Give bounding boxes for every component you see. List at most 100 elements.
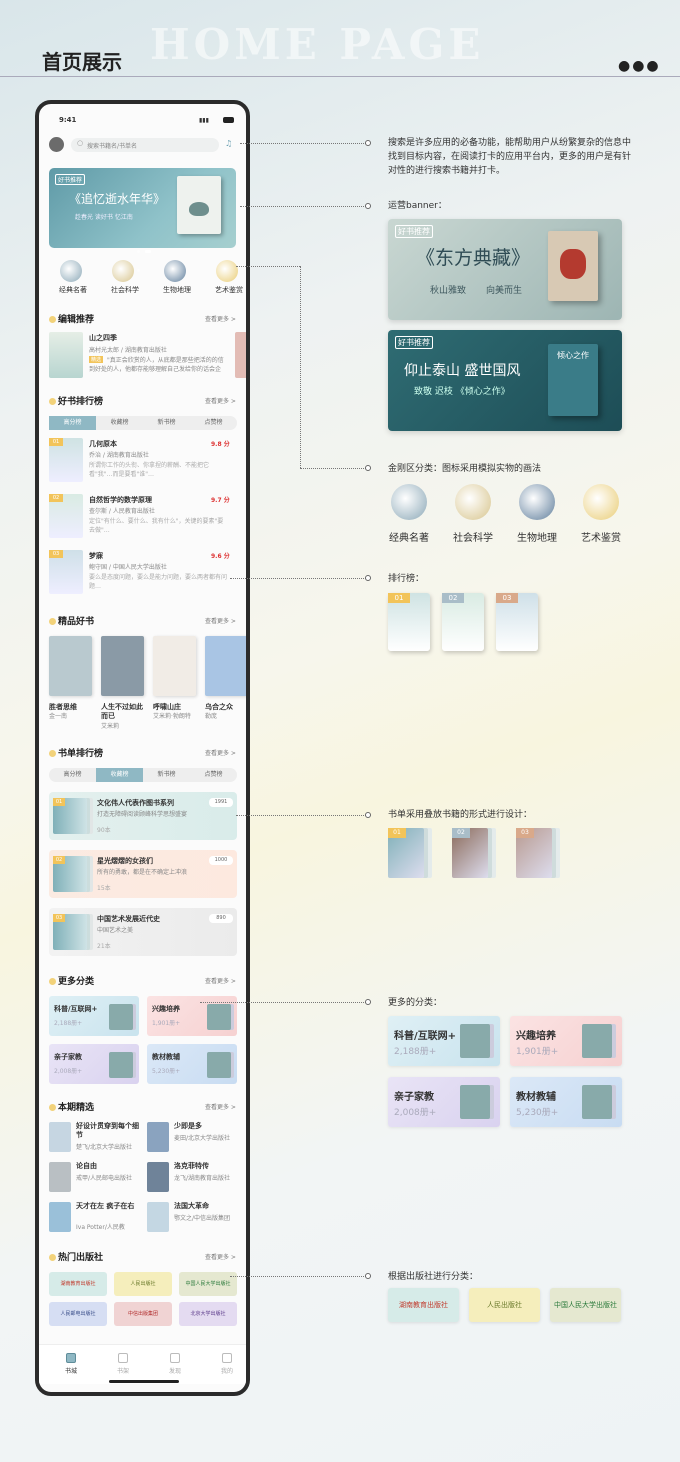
book-cover[interactable]	[49, 1162, 71, 1192]
book-title[interactable]: 法国大革命	[174, 1202, 240, 1211]
book-cover[interactable]	[153, 636, 196, 696]
category-books	[207, 1052, 231, 1078]
list-title[interactable]: 星光熠熠的女孩们	[97, 856, 207, 866]
category-books	[207, 1004, 231, 1030]
tab-high[interactable]: 高分榜	[49, 416, 96, 430]
book-title[interactable]: 洛克菲特传	[174, 1162, 240, 1171]
book-title[interactable]: 自然哲学的数学原理	[89, 495, 209, 505]
publisher-logo-text: 人民出版社	[487, 1301, 522, 1309]
publisher-logo-text: 人民出版社	[130, 1281, 156, 1287]
book-cover[interactable]	[49, 1122, 71, 1152]
quality-more-link[interactable]: 查看更多 >	[205, 616, 236, 625]
category-label[interactable]: 经典名著	[50, 285, 96, 295]
tab-collect[interactable]: 收藏榜	[96, 416, 143, 430]
book-cover[interactable]	[147, 1202, 169, 1232]
category-label[interactable]: 生物地理	[154, 285, 200, 295]
list-title[interactable]: 文化伟人代表作图书系列	[97, 798, 207, 808]
banner-sample-2: 好书推荐 仰止泰山 盛世国风 致敬 迟枝 《倾心之作》 倾心之作	[388, 330, 622, 431]
lists-more-link[interactable]: 查看更多 >	[205, 748, 236, 757]
publisher-card[interactable]: 人民出版社	[114, 1272, 172, 1296]
tab-collect[interactable]: 收藏榜	[96, 768, 143, 782]
list-desc: 打造无障碍阅读顾峰科学思想盛宴	[97, 811, 188, 818]
tab-like[interactable]: 点赞榜	[190, 768, 237, 782]
list-rank-number: 02	[452, 828, 470, 838]
book-title[interactable]: 胜者思维	[49, 703, 95, 712]
category-icon[interactable]	[216, 260, 238, 282]
category-label: 社会科学	[453, 533, 493, 544]
category-label: 艺术鉴赏	[581, 533, 621, 544]
connector-line	[300, 266, 301, 468]
editor-more-link[interactable]: 查看更多 >	[205, 314, 236, 323]
publisher-card[interactable]: 北京大学出版社	[179, 1302, 237, 1326]
book-cover[interactable]	[235, 332, 246, 378]
category-icon[interactable]	[112, 260, 134, 282]
connector-dot	[365, 203, 371, 209]
rank-number: 01	[388, 593, 410, 603]
nav-tab-0[interactable]: 书城	[51, 1366, 91, 1375]
book-cover[interactable]	[49, 636, 92, 696]
book-title[interactable]: 少即是多	[174, 1122, 240, 1131]
avatar[interactable]	[49, 137, 64, 152]
book-desc: 所谓你工作的头衔、你拿捏的薪酬、不能把它看"我"…而是要看"谁"…	[89, 462, 210, 478]
book-title[interactable]: 论自由	[76, 1162, 142, 1171]
book-title[interactable]: 乌合之众	[205, 703, 246, 712]
category-count: 5,230册+	[152, 1068, 181, 1075]
book-author: 艾米莉·勃朗特	[153, 713, 191, 720]
book-title[interactable]: 梦寐	[89, 551, 209, 561]
book-cover[interactable]	[147, 1122, 169, 1152]
morecat-more-link[interactable]: 查看更多 >	[205, 976, 236, 985]
bell-icon[interactable]: ♫	[225, 139, 232, 148]
book-title[interactable]: 人生不过如此而已	[101, 703, 147, 721]
more-icon[interactable]: ●●●	[618, 58, 661, 74]
book-title[interactable]: 呼啸山庄	[153, 703, 199, 712]
book-cover[interactable]	[205, 636, 246, 696]
book-cover[interactable]	[49, 332, 83, 378]
book-title[interactable]: 天才在左 疯子在右	[76, 1202, 142, 1211]
publisher-card[interactable]: 人民邮电出版社	[49, 1302, 107, 1326]
publisher-more-link[interactable]: 查看更多 >	[205, 1252, 236, 1261]
annotation-morecat: 更多的分类：	[388, 998, 443, 1008]
banner-book-cover	[548, 231, 598, 301]
issue-more-link[interactable]: 查看更多 >	[205, 1102, 236, 1111]
tab-new[interactable]: 新书榜	[143, 768, 190, 782]
publisher-card[interactable]: 中国人民大学出版社	[179, 1272, 237, 1296]
rank-number: 01	[49, 438, 63, 446]
category-label[interactable]: 艺术鉴赏	[206, 285, 246, 295]
book-title[interactable]: 山之四季	[89, 333, 117, 343]
book-meta: 麦田/北京大学出版社	[174, 1135, 231, 1142]
list-count: 1000	[209, 856, 233, 865]
tab-high[interactable]: 高分榜	[49, 768, 96, 782]
category-count: 2,008册+	[54, 1068, 83, 1075]
nav-tab-3[interactable]: 我的	[207, 1366, 246, 1375]
annotation-lists: 书单采用叠放书籍的形式进行设计：	[388, 810, 533, 820]
nav-tab-2[interactable]: 发现	[155, 1366, 195, 1375]
tab-new[interactable]: 新书榜	[143, 416, 190, 430]
publisher-card[interactable]: 湖南教育出版社	[49, 1272, 107, 1296]
book-cover-title: 倾心之作	[557, 351, 589, 360]
connector-line	[230, 578, 368, 579]
category-books	[109, 1052, 133, 1078]
book-cover[interactable]	[49, 1202, 71, 1232]
category-label[interactable]: 社会科学	[102, 285, 148, 295]
book-cover[interactable]	[147, 1162, 169, 1192]
tab-like[interactable]: 点赞榜	[190, 416, 237, 430]
rank-more-link[interactable]: 查看更多 >	[205, 396, 236, 405]
book-title[interactable]: 好设计贯穿到每个细节	[76, 1122, 142, 1140]
connector-line	[300, 468, 368, 469]
book-meta: 鲍守国 / 中国人民大学出版社	[89, 564, 167, 571]
category-books	[582, 1024, 612, 1058]
book-desc: 定位"有什么、要什么、我有什么"，关键的要素"要去做"…	[89, 518, 224, 534]
section-title-publisher: 热门出版社	[49, 1250, 103, 1263]
category-name: 科普/互联网+	[54, 1005, 98, 1013]
banner[interactable]: 好书推荐 《追忆逝水年华》 趁春光 读好书 忆江南	[49, 168, 236, 272]
category-icon[interactable]	[60, 260, 82, 282]
book-meta: 龙飞/湖南教育出版社	[174, 1175, 231, 1182]
nav-tab-1[interactable]: 书架	[103, 1366, 143, 1375]
book-title[interactable]: 几何原本	[89, 439, 209, 449]
category-icon[interactable]	[164, 260, 186, 282]
book-meta: 鄂文之/中信出版集团	[174, 1215, 231, 1222]
book-cover[interactable]	[101, 636, 144, 696]
list-title[interactable]: 中国艺术发展近代史	[97, 914, 207, 924]
publisher-card[interactable]: 中信出版集团	[114, 1302, 172, 1326]
search-input[interactable]: ○ 搜索书籍名/书单名	[71, 138, 219, 152]
